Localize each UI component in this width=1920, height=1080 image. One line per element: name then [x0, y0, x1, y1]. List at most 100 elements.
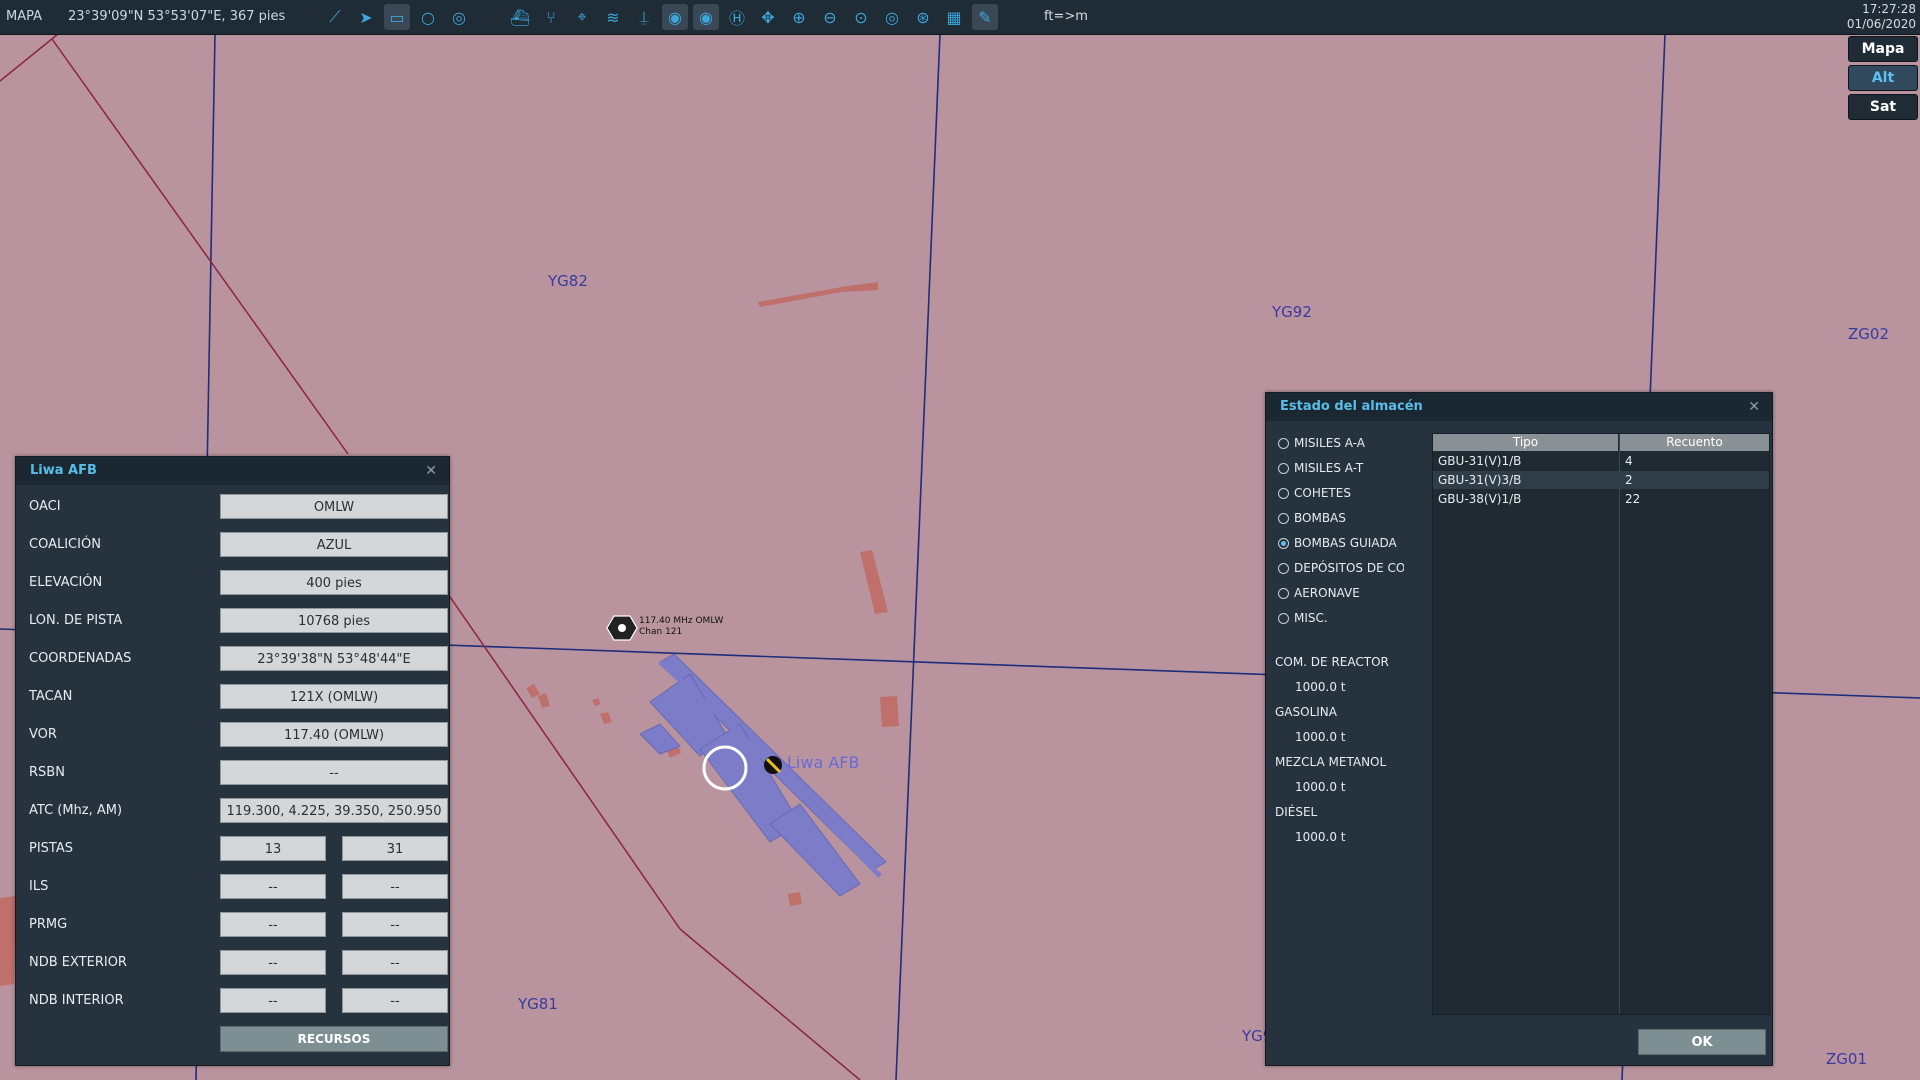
- map-type-button-sat[interactable]: Sat: [1848, 94, 1918, 120]
- fuel-value: 1000.0 t: [1295, 730, 1346, 744]
- ship-icon[interactable]: ⛴: [507, 4, 533, 30]
- row-label: NDB EXTERIOR: [29, 955, 127, 970]
- ruler-icon[interactable]: ▭: [384, 4, 410, 30]
- cell-recuento: 22: [1625, 492, 1641, 506]
- pan-icon[interactable]: ✥: [755, 4, 781, 30]
- info-row-coordenadas: COORDENADAS 23°39'38"N 53°48'44"E: [29, 646, 448, 672]
- category-label: BOMBAS: [1294, 511, 1346, 525]
- row-label: OACI: [29, 499, 61, 514]
- row-label: PRMG: [29, 917, 68, 932]
- radio-icon[interactable]: [1278, 587, 1289, 599]
- row-label: ILS: [29, 879, 49, 894]
- field-value: OMLW: [220, 494, 448, 519]
- field-value: 13: [220, 836, 326, 861]
- info-row-elevacion: ELEVACIÓN 400 pies: [29, 570, 448, 596]
- wifi-icon[interactable]: ≋: [600, 4, 626, 30]
- network-icon[interactable]: ⑂: [538, 4, 564, 30]
- globe-icon[interactable]: ⊛: [910, 4, 936, 30]
- close-icon[interactable]: ✕: [1748, 393, 1760, 421]
- ok-button[interactable]: OK: [1638, 1029, 1766, 1055]
- grid-label: YG82: [548, 272, 588, 290]
- radio-icon[interactable]: [1278, 462, 1289, 474]
- tower-icon[interactable]: ⍊: [631, 4, 657, 30]
- table-row[interactable]: GBU-38(V)1/B 22: [1433, 490, 1769, 508]
- category-radio[interactable]: MISILES A-A: [1278, 433, 1404, 453]
- column-divider: [1619, 434, 1620, 1014]
- units-toggle[interactable]: ft=>m: [1044, 9, 1088, 24]
- airbase-name: Liwa AFB: [30, 463, 97, 478]
- zoom-in-icon[interactable]: ⊕: [786, 4, 812, 30]
- layers-icon[interactable]: ◎: [446, 4, 472, 30]
- circle-icon[interactable]: ○: [415, 4, 441, 30]
- field-value: --: [220, 760, 448, 785]
- airbase-panel-title: Liwa AFB ✕: [16, 457, 449, 485]
- radio-icon[interactable]: [1278, 487, 1289, 499]
- radio-icon[interactable]: [1278, 562, 1289, 574]
- radar-icon[interactable]: ◉: [693, 4, 719, 30]
- grid-label: ZG02: [1848, 325, 1889, 343]
- field-value: --: [220, 912, 326, 937]
- row-label: COALICIÓN: [29, 537, 101, 552]
- pencil-icon[interactable]: ✎: [972, 4, 998, 30]
- waypoint-icon[interactable]: ➤: [353, 4, 379, 30]
- field-value: --: [220, 988, 326, 1013]
- row-label: PISTAS: [29, 841, 74, 856]
- top-toolbar: MAPA 23°39'09"N 53°53'07"E, 367 pies ⟋ ➤…: [0, 0, 1920, 35]
- field-value: 121X (OMLW): [220, 684, 448, 709]
- row-label: COORDENADAS: [29, 651, 132, 666]
- fuel-value: 1000.0 t: [1295, 830, 1346, 844]
- field-value: 119.300, 4.225, 39.350, 250.950: [220, 798, 448, 823]
- radio-icon[interactable]: [1278, 437, 1289, 449]
- category-radio[interactable]: MISC.: [1278, 608, 1404, 628]
- row-label: NDB INTERIOR: [29, 993, 124, 1008]
- info-row-coalicion: COALICIÓN AZUL: [29, 532, 448, 558]
- zoom-fit-icon[interactable]: ⊙: [848, 4, 874, 30]
- map-type-button-mapa[interactable]: Mapa: [1848, 36, 1918, 62]
- fuel-label: DIÉSEL: [1275, 805, 1318, 819]
- radio-icon[interactable]: [1278, 512, 1289, 524]
- table-row[interactable]: GBU-31(V)3/B 2: [1433, 471, 1769, 489]
- airbase-info-panel: Liwa AFB ✕ OACI OMLW COALICIÓN AZUL ELEV…: [15, 456, 450, 1066]
- grid-icon[interactable]: ▦: [941, 4, 967, 30]
- info-row-pistas: PISTAS 13 31: [29, 836, 448, 862]
- target-icon[interactable]: ◎: [879, 4, 905, 30]
- map-type-button-alt[interactable]: Alt: [1848, 65, 1918, 91]
- nav-aid-label: 117.40 MHz OMLW Chan 121: [639, 616, 723, 638]
- row-label: ATC (Mhz, AM): [29, 803, 123, 818]
- close-icon[interactable]: ✕: [425, 457, 437, 485]
- fuel-label: GASOLINA: [1275, 705, 1337, 719]
- radar-airbase-icon[interactable]: ◉: [662, 4, 688, 30]
- field-value: 31: [342, 836, 448, 861]
- category-radio[interactable]: MISILES A-T: [1278, 458, 1404, 478]
- category-label: AERONAVE: [1294, 586, 1360, 600]
- table-row[interactable]: GBU-31(V)1/B 4: [1433, 452, 1769, 470]
- column-header-tipo[interactable]: Tipo: [1433, 434, 1618, 451]
- category-radio[interactable]: AERONAVE: [1278, 583, 1404, 603]
- row-label: LON. DE PISTA: [29, 613, 123, 628]
- category-radio[interactable]: DEPÓSITOS DE CO: [1278, 558, 1404, 578]
- field-value: --: [220, 950, 326, 975]
- category-radio[interactable]: BOMBAS GUIADA: [1278, 533, 1404, 553]
- airfield-label[interactable]: Liwa AFB: [787, 753, 859, 772]
- nav-aid-channel: Chan 121: [639, 627, 683, 637]
- radio-icon-selected[interactable]: [1278, 537, 1289, 549]
- helipad-icon[interactable]: Ⓗ: [724, 4, 750, 30]
- clock-time: 17:27:28: [1862, 2, 1916, 16]
- info-row-tacan: TACAN 121X (OMLW): [29, 684, 448, 710]
- category-radio[interactable]: BOMBAS: [1278, 508, 1404, 528]
- warehouse-panel: Estado del almacén ✕ MISILES A-A MISILES…: [1265, 392, 1773, 1066]
- recursos-button[interactable]: RECURSOS: [220, 1026, 448, 1052]
- crosshair-icon[interactable]: ⌖: [569, 4, 595, 30]
- route-icon[interactable]: ⟋: [322, 4, 348, 30]
- field-value: 23°39'38"N 53°48'44"E: [220, 646, 448, 671]
- category-radio[interactable]: COHETES: [1278, 483, 1404, 503]
- info-row-ndb-interior: NDB INTERIOR -- --: [29, 988, 448, 1014]
- radio-icon[interactable]: [1278, 612, 1289, 624]
- zoom-out-icon[interactable]: ⊖: [817, 4, 843, 30]
- fuel-value: 1000.0 t: [1295, 680, 1346, 694]
- field-value: 400 pies: [220, 570, 448, 595]
- column-header-recuento[interactable]: Recuento: [1620, 434, 1769, 451]
- info-row-vor: VOR 117.40 (OMLW): [29, 722, 448, 748]
- fuel-value: 1000.0 t: [1295, 780, 1346, 794]
- field-value: --: [342, 988, 448, 1013]
